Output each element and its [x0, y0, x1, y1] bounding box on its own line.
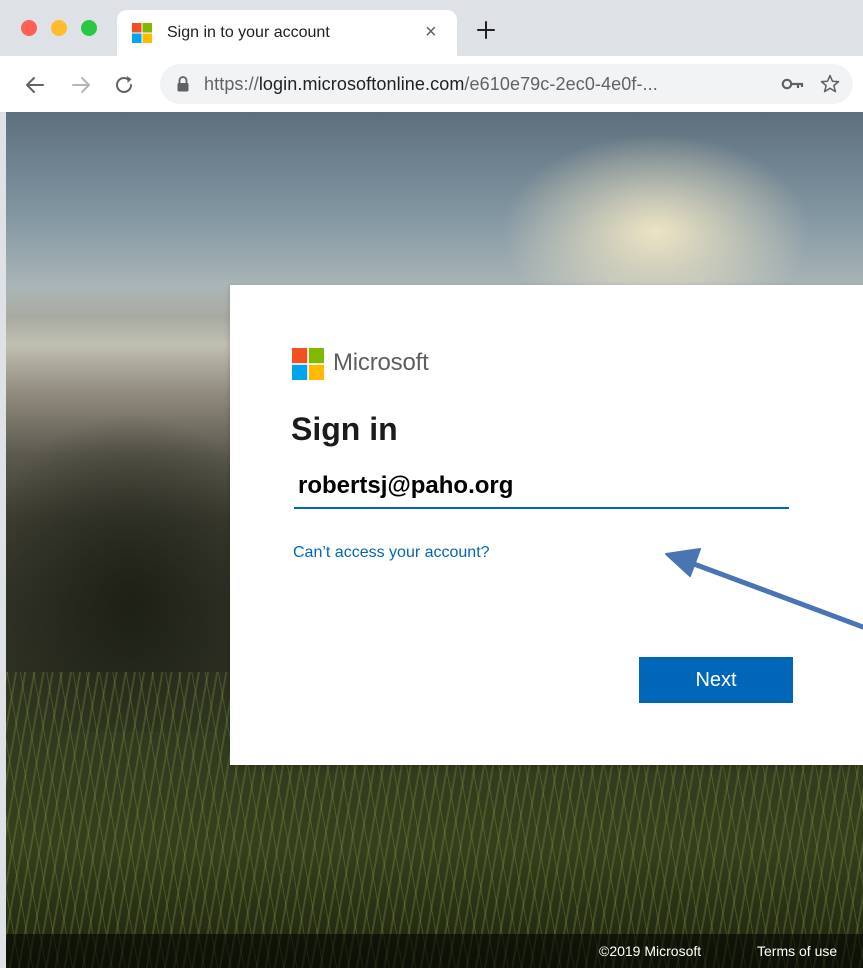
tab-sign-in[interactable]: Sign in to your account × — [117, 10, 457, 56]
star-icon[interactable] — [819, 73, 841, 95]
email-field[interactable] — [294, 465, 789, 509]
arrow-right-icon[interactable] — [70, 74, 92, 96]
browser-window: Sign in to your account × https://login.… — [0, 0, 863, 968]
tab-strip: Sign in to your account × — [0, 0, 863, 56]
terms-of-use-link[interactable]: Terms of use — [757, 943, 837, 959]
close-window-button[interactable] — [21, 20, 37, 36]
url-path: /e610e79c-2ec0-4e0f-... — [464, 74, 658, 94]
microsoft-logo-icon — [292, 348, 324, 380]
maximize-window-button[interactable] — [81, 20, 97, 36]
plus-icon[interactable] — [474, 18, 498, 42]
lock-icon[interactable] — [176, 76, 190, 92]
url-scheme: https:// — [204, 74, 259, 94]
url-host: login.microsoftonline.com — [258, 74, 465, 94]
cant-access-account-link[interactable]: Can’t access your account? — [293, 544, 490, 562]
tab-title: Sign in to your account — [167, 24, 330, 41]
browser-toolbar: https://login.microsoftonline.com/e610e7… — [0, 56, 863, 113]
key-icon[interactable] — [781, 76, 805, 92]
copyright-text: ©2019 Microsoft — [599, 943, 702, 959]
arrow-left-icon[interactable] — [24, 74, 46, 96]
url-text[interactable]: https://login.microsoftonline.com/e610e7… — [204, 74, 658, 95]
minimize-window-button[interactable] — [51, 20, 67, 36]
page-title: Sign in — [291, 411, 398, 447]
brand-name: Microsoft — [333, 349, 429, 376]
reload-icon[interactable] — [113, 74, 135, 96]
page-background: Microsoft Sign in Can’t access your acco… — [6, 112, 863, 968]
address-bar[interactable]: https://login.microsoftonline.com/e610e7… — [160, 64, 853, 104]
next-button[interactable]: Next — [639, 657, 793, 703]
microsoft-logo-icon — [132, 23, 152, 43]
sign-in-card: Microsoft Sign in Can’t access your acco… — [230, 285, 863, 765]
close-tab-icon[interactable]: × — [425, 21, 437, 43]
page-footer: ©2019 Microsoft Terms of use — [6, 934, 863, 968]
